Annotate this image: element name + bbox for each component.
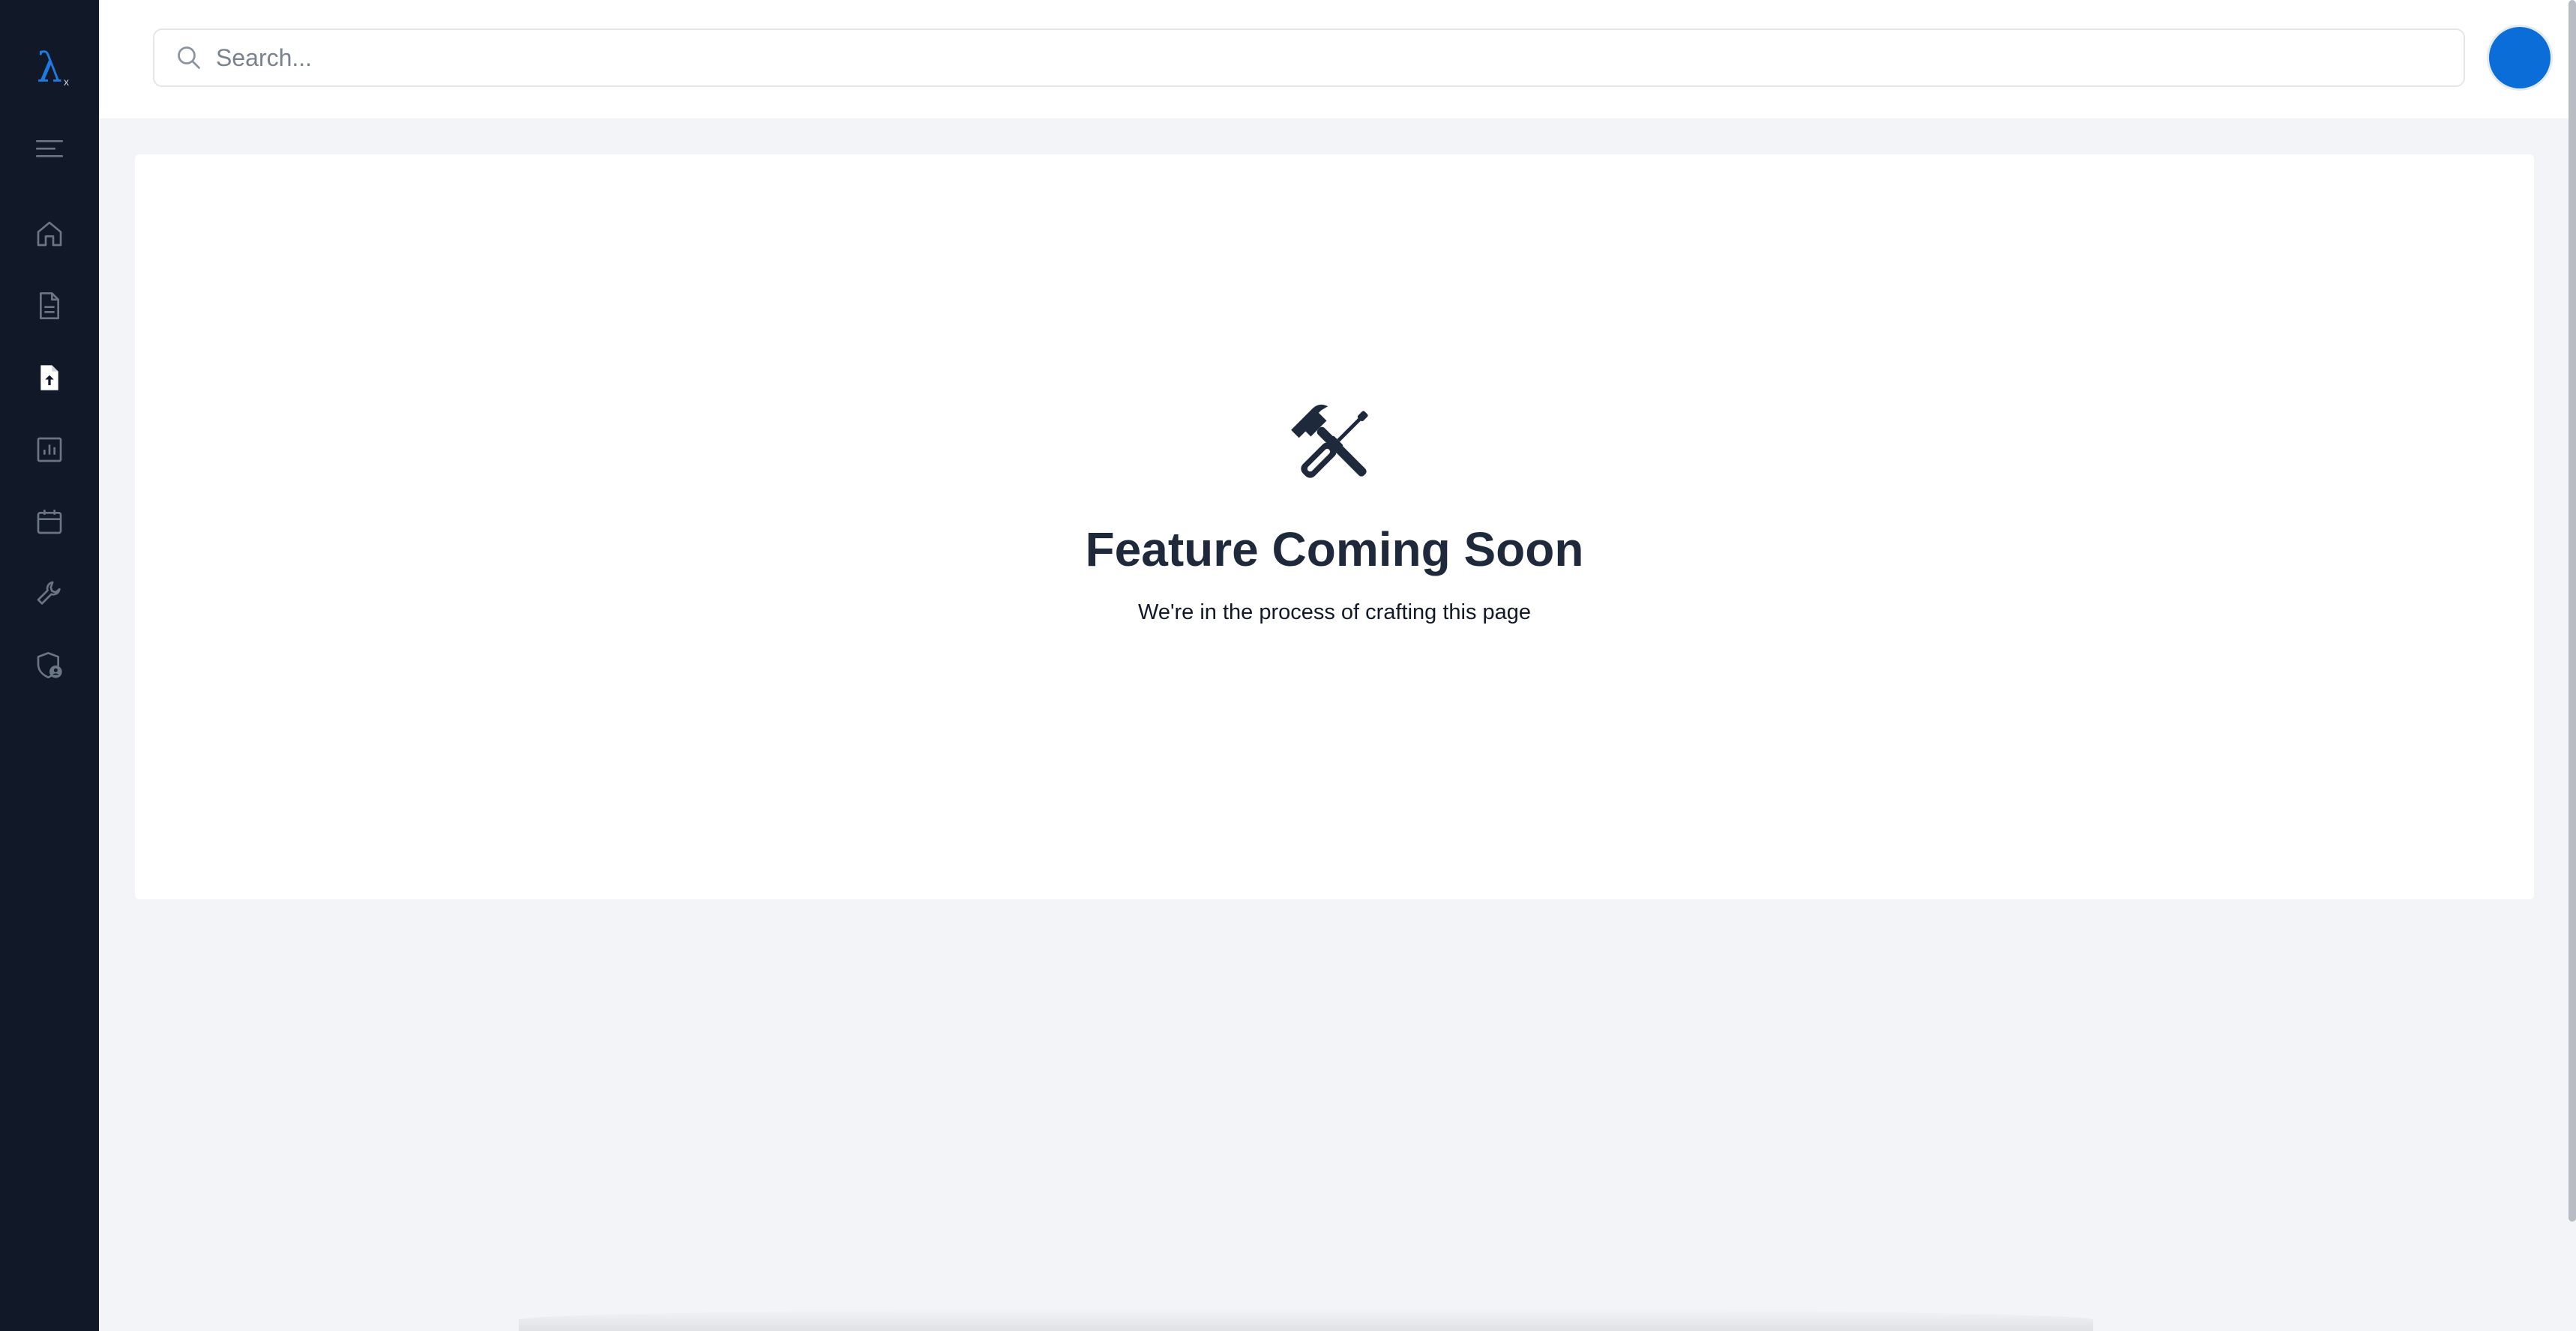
sidebar-item-home[interactable] <box>27 211 72 256</box>
content-card: Feature Coming Soon We're in the process… <box>135 154 2534 899</box>
app-root: λ x Search... Feature Coming Soon We're … <box>0 0 2576 1331</box>
hammer-screwdriver-icon <box>1291 404 1368 478</box>
shield-user-icon <box>37 652 62 679</box>
chart-icon <box>37 437 62 462</box>
sidebar-item-documents[interactable] <box>27 283 72 328</box>
top-bar <box>99 0 2576 118</box>
sidebar-item-upload[interactable] <box>27 355 72 400</box>
sidebar-item-security[interactable] <box>27 643 72 688</box>
menu-toggle-button[interactable] <box>27 127 72 172</box>
search-icon <box>178 46 200 69</box>
sidebar: λ x <box>0 0 99 1331</box>
menu-lines-icon <box>36 140 63 157</box>
user-avatar[interactable] <box>2489 27 2551 88</box>
sidebar-item-reports[interactable] <box>27 427 72 472</box>
sidebar-item-tools[interactable] <box>27 571 72 616</box>
page-subtitle: We're in the process of crafting this pa… <box>1137 600 1532 624</box>
logo-lambda: λ <box>36 44 63 91</box>
app-logo[interactable]: λ x <box>27 43 72 88</box>
sidebar-item-calendar[interactable] <box>27 499 72 544</box>
home-icon <box>37 221 62 247</box>
search-input[interactable] <box>214 34 2392 81</box>
file-upload-icon <box>40 365 58 390</box>
logo-subscript: x <box>64 76 69 88</box>
wrench-icon <box>37 581 61 605</box>
bottom-shadow <box>519 1309 2093 1331</box>
page-title: Feature Coming Soon <box>1085 522 1584 576</box>
document-icon <box>40 292 59 319</box>
calendar-icon <box>37 510 62 534</box>
search-box[interactable] <box>153 28 2465 87</box>
main-area: Feature Coming Soon We're in the process… <box>99 0 2576 1331</box>
page-scrollbar[interactable] <box>2569 0 2576 1222</box>
coming-soon-placeholder: Feature Coming Soon We're in the process… <box>135 398 2534 624</box>
